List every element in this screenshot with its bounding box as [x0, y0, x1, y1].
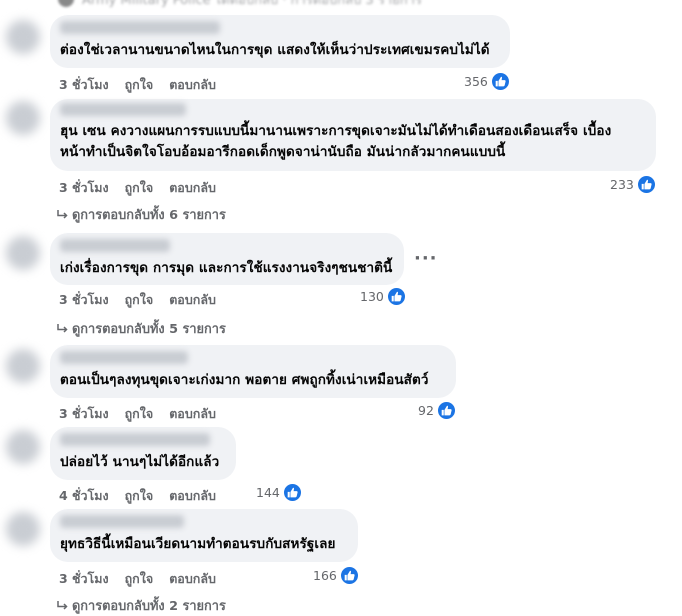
reply-button[interactable]: ตอบกลับ	[169, 569, 216, 589]
view-replies-link[interactable]: ดูการตอบกลับทั้ง 6 รายการ	[57, 204, 226, 225]
reaction-count[interactable]: 233	[610, 175, 656, 194]
more-options-icon[interactable]: ···	[414, 248, 438, 269]
reply-button[interactable]: ตอบกลับ	[169, 178, 216, 198]
comment-text: ต่องใช่เวลานานขนาดไหนในการขุด แสดงให้เห็…	[60, 42, 490, 58]
like-count: 130	[360, 289, 384, 304]
reply-summary-header[interactable]: Army Military Police ได้ตอบกลับ · การตอบ…	[58, 0, 422, 8]
comment-actions: 3 ชั่วโมง ถูกใจ ตอบกลับ	[59, 404, 232, 424]
comment-actions: 4 ชั่วโมง ถูกใจ ตอบกลับ	[59, 486, 232, 506]
reaction-count[interactable]: 356	[464, 72, 510, 91]
avatar[interactable]	[6, 430, 40, 464]
reply-button[interactable]: ตอบกลับ	[169, 486, 216, 506]
reaction-count[interactable]: 144	[256, 483, 302, 502]
comment-actions: 3 ชั่วโมง ถูกใจ ตอบกลับ	[59, 290, 232, 310]
comment-text: เก่งเรื่องการขุด การมุด และการใช้แรงงานจ…	[60, 260, 393, 276]
view-replies-link[interactable]: ดูการตอบกลับทั้ง 2 รายการ	[57, 595, 226, 616]
reply-arrow-icon	[57, 209, 68, 219]
view-replies-text: ดูการตอบกลับทั้ง 2 รายการ	[72, 599, 226, 614]
like-button[interactable]: ถูกใจ	[125, 75, 154, 95]
comment-time[interactable]: 3 ชั่วโมง	[59, 290, 109, 310]
thumbs-up-icon	[636, 175, 656, 194]
thumbs-up-icon	[339, 566, 359, 585]
reaction-count[interactable]: 130	[360, 287, 406, 306]
reply-button[interactable]: ตอบกลับ	[169, 290, 216, 310]
like-button[interactable]: ถูกใจ	[125, 486, 154, 506]
comment-text-line: ฮุน เซน คงวางแผนการรบแบบนี้มานานเพราะการ…	[60, 123, 612, 139]
comment-bubble: เก่งเรื่องการขุด การมุด และการใช้แรงงานจ…	[50, 233, 404, 285]
comment-text: ปล่อยไว้ นานๆไม่ได้อีกแล้ว	[60, 454, 220, 470]
like-button[interactable]: ถูกใจ	[125, 404, 154, 424]
comment-text: ยุทธวิธีนี้เหมือนเวียดนามทำตอนรบกับสหรัฐ…	[60, 536, 336, 552]
commenter-name[interactable]	[60, 351, 188, 364]
comment-time[interactable]: 3 ชั่วโมง	[59, 178, 109, 198]
comment-bubble: ฮุน เซน คงวางแผนการรบแบบนี้มานานเพราะการ…	[50, 99, 656, 171]
view-replies-link[interactable]: ดูการตอบกลับทั้ง 5 รายการ	[57, 318, 226, 339]
reaction-count[interactable]: 166	[313, 566, 359, 585]
reply-button[interactable]: ตอบกลับ	[169, 75, 216, 95]
commenter-name[interactable]	[60, 515, 184, 528]
like-count: 166	[313, 568, 337, 583]
comment-time[interactable]: 3 ชั่วโมง	[59, 404, 109, 424]
reaction-count[interactable]: 92	[418, 401, 456, 420]
view-replies-text: ดูการตอบกลับทั้ง 5 รายการ	[72, 322, 226, 337]
comment-time[interactable]: 4 ชั่วโมง	[59, 486, 109, 506]
like-button[interactable]: ถูกใจ	[125, 569, 154, 589]
avatar[interactable]	[6, 512, 40, 546]
reply-button[interactable]: ตอบกลับ	[169, 404, 216, 424]
comment-actions: 3 ชั่วโมง ถูกใจ ตอบกลับ	[59, 569, 232, 589]
like-count: 92	[418, 403, 434, 418]
like-button[interactable]: ถูกใจ	[125, 178, 154, 198]
commenter-name[interactable]	[60, 239, 170, 252]
thumbs-up-icon	[490, 72, 510, 91]
avatar[interactable]	[6, 20, 40, 54]
like-count: 233	[610, 177, 634, 192]
like-count: 144	[256, 485, 280, 500]
thumbs-up-icon	[386, 287, 406, 306]
commenter-name[interactable]	[60, 433, 210, 446]
comment-time[interactable]: 3 ชั่วโมง	[59, 569, 109, 589]
like-button[interactable]: ถูกใจ	[125, 290, 154, 310]
comment-text-line: หน้าทำเป็นจิตใจโอบอ้อมอารีกอดเด็กพูดจาน่…	[60, 144, 506, 160]
commenter-name[interactable]	[60, 103, 186, 116]
thumbs-up-icon	[282, 483, 302, 502]
reply-arrow-icon	[57, 323, 68, 333]
comment-time[interactable]: 3 ชั่วโมง	[59, 75, 109, 95]
comment-actions: 3 ชั่วโมง ถูกใจ ตอบกลับ	[59, 75, 232, 95]
comment-actions: 3 ชั่วโมง ถูกใจ ตอบกลับ	[59, 178, 232, 198]
comment-text: ตอนเป็นๆลงทุนขุดเจาะเก่งมาก พอตาย ศพถูกท…	[60, 372, 429, 388]
comment-bubble: ปล่อยไว้ นานๆไม่ได้อีกแล้ว	[50, 427, 236, 480]
comment-bubble: ตอนเป็นๆลงทุนขุดเจาะเก่งมาก พอตาย ศพถูกท…	[50, 345, 456, 398]
view-replies-text: ดูการตอบกลับทั้ง 6 รายการ	[72, 208, 226, 223]
thumbs-up-icon	[436, 401, 456, 420]
avatar	[58, 0, 74, 7]
commenter-name[interactable]	[60, 21, 220, 34]
avatar[interactable]	[6, 236, 40, 270]
like-count: 356	[464, 74, 488, 89]
comment-bubble: ยุทธวิธีนี้เหมือนเวียดนามทำตอนรบกับสหรัฐ…	[50, 509, 358, 562]
avatar[interactable]	[6, 349, 40, 383]
comment-bubble: ต่องใช่เวลานานขนาดไหนในการขุด แสดงให้เห็…	[50, 15, 510, 68]
reply-summary-text: Army Military Police ได้ตอบกลับ · การตอบ…	[82, 0, 422, 8]
avatar[interactable]	[6, 101, 40, 135]
